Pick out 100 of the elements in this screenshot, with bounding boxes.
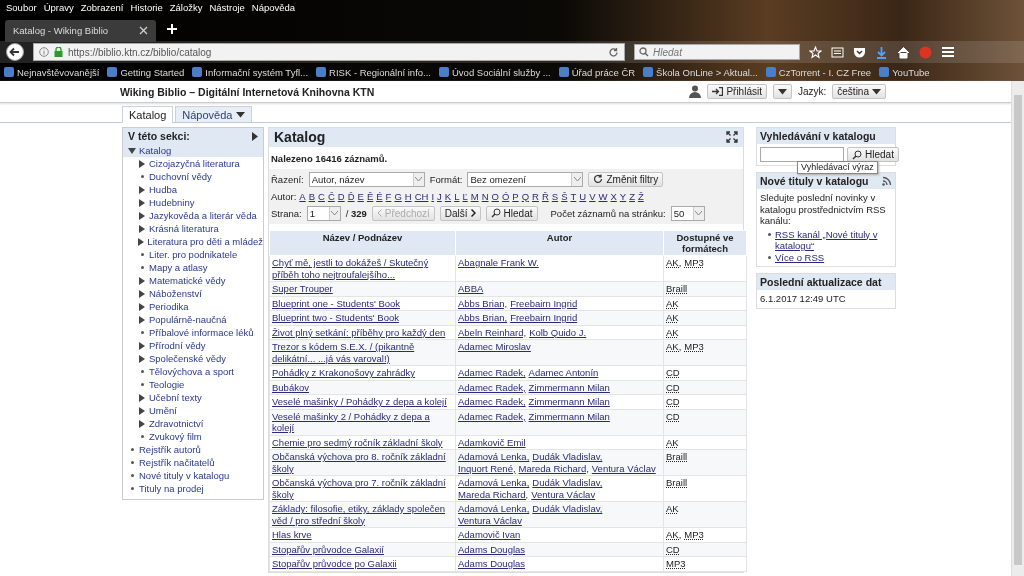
author-link[interactable]: Adamec Antonín bbox=[528, 367, 599, 379]
new-tab-icon[interactable] bbox=[166, 22, 178, 35]
sidebar-item[interactable]: Periodika bbox=[149, 300, 189, 313]
menu-item[interactable]: Záložky bbox=[169, 2, 203, 14]
letter-link[interactable]: J bbox=[437, 190, 442, 202]
author-link[interactable]: Abbs Brian, bbox=[458, 297, 508, 309]
bookmark-item[interactable]: CzTorrent - I. CZ Free bbox=[778, 66, 872, 78]
sidebar-item[interactable]: Matematické vědy bbox=[149, 274, 226, 287]
letter-link[interactable]: W bbox=[598, 190, 608, 202]
sidebar-item[interactable]: Populárně-naučná bbox=[149, 313, 227, 326]
sidebar-item[interactable]: Liter. pro podnikatele bbox=[149, 248, 238, 261]
sidebar-item[interactable]: Učební texty bbox=[149, 391, 202, 404]
language-dropdown[interactable]: čeština bbox=[832, 84, 886, 99]
sidebar-item[interactable]: Umění bbox=[149, 404, 177, 417]
author-link[interactable]: Freebairn Ingrid bbox=[510, 312, 578, 324]
letter-link[interactable]: É bbox=[376, 190, 383, 202]
author-link[interactable]: Adamová Lenka, bbox=[458, 503, 530, 515]
bookmark-item[interactable]: Nejnavštěvovanější bbox=[17, 66, 100, 78]
bookmark-icon[interactable] bbox=[439, 67, 449, 77]
sidebar-item[interactable]: Jazykověda a literár věda bbox=[149, 209, 257, 222]
bookmark-icon[interactable] bbox=[4, 67, 14, 77]
letter-link[interactable]: Ď bbox=[347, 190, 355, 202]
letter-link[interactable]: A bbox=[299, 190, 306, 202]
menu-item[interactable]: Soubor bbox=[6, 2, 37, 14]
author-link[interactable]: Inquort René, bbox=[458, 462, 516, 474]
nav-tab[interactable]: Katalog bbox=[122, 106, 174, 123]
search-button[interactable]: Hledat bbox=[847, 147, 899, 162]
letter-link[interactable]: O bbox=[491, 190, 499, 202]
author-link[interactable]: Freebairn Ingrid bbox=[510, 297, 578, 309]
sidebar-item[interactable]: Tituly na prodej bbox=[139, 482, 204, 495]
letter-link[interactable]: G bbox=[394, 190, 402, 202]
bookmark-item[interactable]: Úřad práce ČR bbox=[571, 66, 636, 78]
author-link[interactable]: Abeln Reinhard, bbox=[458, 326, 527, 338]
star-icon[interactable] bbox=[809, 45, 822, 59]
sidebar-item[interactable]: Příbalové informace léků bbox=[149, 326, 254, 339]
sidebar-item[interactable]: Literatura pro děti a mládež bbox=[147, 235, 263, 248]
letter-link[interactable]: Š bbox=[561, 190, 568, 202]
author-link[interactable]: Adamec Radek, bbox=[458, 367, 526, 379]
letter-link[interactable]: Ě bbox=[366, 190, 374, 202]
letter-link[interactable]: Y bbox=[619, 190, 627, 202]
sidebar-item[interactable]: Společenské vědy bbox=[149, 352, 227, 365]
change-filters-button[interactable]: Změnit filtry bbox=[588, 171, 664, 187]
author-link[interactable]: Zimmermann Milan bbox=[528, 396, 610, 408]
letter-link[interactable]: E bbox=[357, 190, 364, 202]
sidebar-item[interactable]: Zvukový film bbox=[149, 430, 202, 443]
author-link[interactable]: ABBA bbox=[458, 283, 484, 295]
search-button[interactable]: Hledat bbox=[485, 205, 538, 221]
address-bar[interactable]: https://biblio.ktn.cz/biblio/catalog bbox=[33, 43, 625, 61]
collapsed-triangle-icon[interactable] bbox=[139, 159, 145, 168]
letter-link[interactable]: U bbox=[579, 190, 587, 202]
bookmark-icon[interactable] bbox=[765, 67, 776, 77]
sidebar-item[interactable]: Hudebniny bbox=[149, 196, 195, 209]
format-select[interactable]: Bez omezení bbox=[467, 171, 584, 187]
letter-link[interactable]: Č bbox=[327, 190, 335, 202]
menu-item[interactable]: Historie bbox=[130, 2, 163, 14]
author-link[interactable]: Ventura Václav bbox=[531, 488, 596, 500]
author-link[interactable]: Dudák Vladislav, bbox=[532, 503, 603, 515]
letter-link[interactable]: P bbox=[512, 190, 519, 202]
letter-link[interactable]: R bbox=[532, 190, 539, 202]
bookmark-item[interactable]: YouTube bbox=[892, 66, 930, 78]
search-field[interactable]: Hledat bbox=[634, 44, 800, 60]
rss-icon[interactable] bbox=[882, 176, 892, 186]
sidebar-item[interactable]: Duchovní vědy bbox=[149, 170, 212, 183]
bookmark-icon[interactable] bbox=[558, 67, 569, 77]
letter-link[interactable]: V bbox=[589, 190, 596, 202]
triangle-icon[interactable] bbox=[252, 131, 258, 141]
bookmark-icon[interactable] bbox=[107, 67, 118, 77]
sidebar-item[interactable]: Cizojazyčná literatura bbox=[149, 157, 240, 170]
author-link[interactable]: Mareda Richard, bbox=[518, 462, 589, 474]
sidebar-item[interactable]: Nové tituly v katalogu bbox=[139, 469, 230, 482]
letter-link[interactable]: Ž bbox=[637, 190, 644, 202]
home-icon[interactable] bbox=[897, 45, 910, 59]
bookmark-item[interactable]: Škola OnLine > Aktual... bbox=[656, 66, 758, 78]
list-icon[interactable] bbox=[831, 45, 844, 59]
sidebar-item[interactable]: Rejstřík načitatelů bbox=[139, 456, 215, 469]
author-link[interactable]: Abbs Brian, bbox=[458, 312, 508, 324]
bookmark-icon[interactable] bbox=[316, 67, 327, 77]
letter-link[interactable]: F bbox=[385, 190, 392, 202]
expand-icon[interactable] bbox=[726, 131, 738, 143]
letter-link[interactable]: T bbox=[570, 190, 577, 202]
author-link[interactable]: Adamec Miroslav bbox=[458, 341, 531, 353]
author-link[interactable]: Adamová Lenka, bbox=[458, 477, 530, 489]
letter-link[interactable]: Ó bbox=[501, 190, 510, 202]
letter-link[interactable]: X bbox=[610, 190, 617, 202]
sidebar-item[interactable]: Teologie bbox=[149, 378, 185, 391]
nav-tab[interactable]: Nápověda bbox=[175, 106, 253, 122]
author-link[interactable]: Zimmermann Milan bbox=[528, 410, 610, 422]
letter-link[interactable]: K bbox=[444, 190, 452, 202]
pocket-icon[interactable] bbox=[853, 45, 866, 59]
bookmark-item[interactable]: RISK - Regionální info... bbox=[329, 66, 431, 78]
author-link[interactable]: Dudák Vladislav, bbox=[532, 477, 603, 489]
rss-link[interactable]: RSS kanál „Nové tituly v katalogu“ bbox=[775, 228, 892, 252]
sidebar-item[interactable]: Krásná literatura bbox=[149, 222, 219, 235]
close-icon[interactable] bbox=[139, 26, 148, 35]
sidebar-item[interactable]: Přírodní vědy bbox=[149, 339, 206, 352]
letter-link[interactable]: CH bbox=[414, 190, 429, 202]
sidebar-item[interactable]: Mapy a atlasy bbox=[149, 261, 208, 274]
search-input[interactable] bbox=[760, 147, 844, 162]
author-link[interactable]: Mareda Richard, bbox=[458, 488, 529, 500]
author-link[interactable]: Adamec Radek, bbox=[458, 381, 526, 393]
